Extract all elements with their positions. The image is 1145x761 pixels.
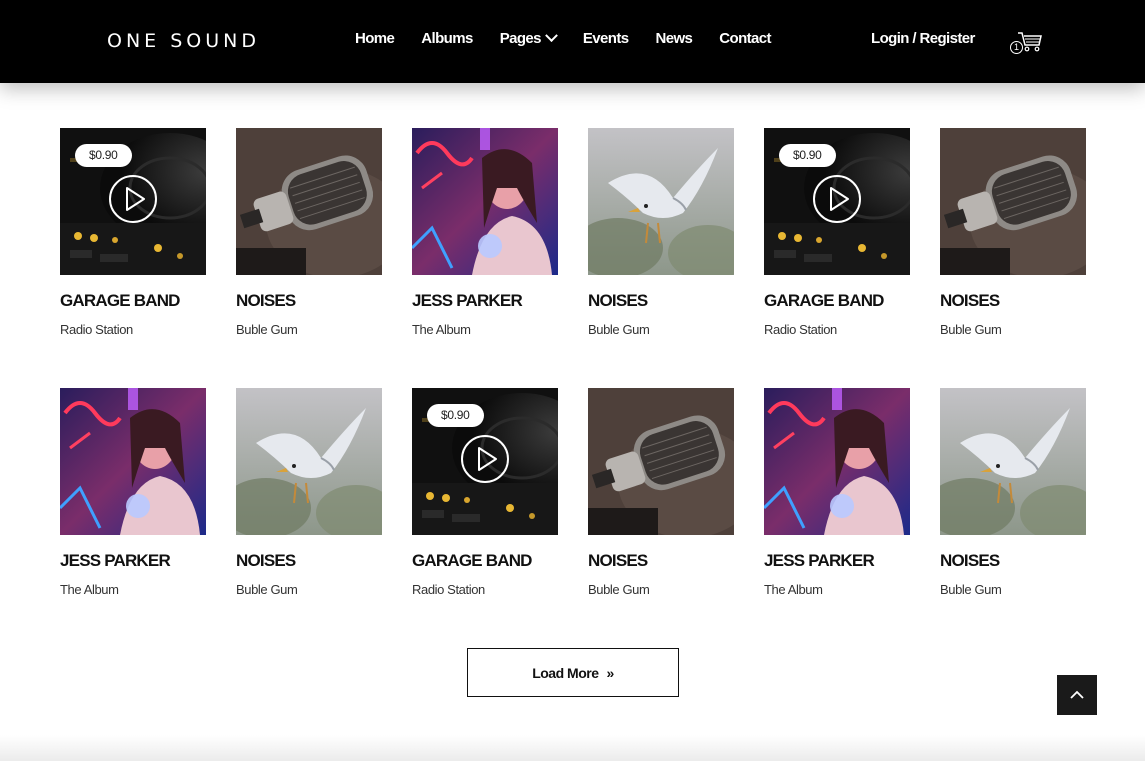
nav-home-label: Home (355, 30, 395, 47)
nav-events-label: Events (582, 30, 629, 47)
album-card[interactable]: NOISES Buble Gum (236, 128, 382, 337)
album-cover-image (764, 388, 910, 535)
footer-shadow (0, 735, 1145, 761)
album-cover-image (588, 388, 734, 535)
nav-pages-label: Pages (499, 30, 542, 47)
album-cover[interactable] (764, 388, 910, 535)
album-subtitle: Radio Station (764, 322, 837, 337)
album-subtitle: Buble Gum (940, 582, 1002, 597)
album-subtitle: The Album (412, 322, 471, 337)
album-cover[interactable] (588, 388, 734, 535)
price-badge: $0.90 (75, 144, 132, 167)
album-card[interactable]: NOISES Buble Gum (588, 128, 734, 337)
play-icon[interactable] (108, 174, 158, 224)
main-nav: Home Albums Pages Events News Contact (355, 29, 798, 47)
cart-count-badge: 1 (1010, 41, 1023, 54)
nav-albums[interactable]: Albums (421, 30, 473, 47)
load-more-label: Load More (532, 664, 599, 681)
album-cover-image (412, 128, 558, 275)
album-title[interactable]: NOISES (588, 291, 734, 311)
album-cover[interactable] (60, 388, 206, 535)
nav-events[interactable]: Events (583, 30, 629, 47)
album-title[interactable]: NOISES (940, 291, 1086, 311)
brand-logo[interactable]: ONE SOUND (107, 30, 260, 52)
album-cover[interactable]: $0.90 (60, 128, 206, 275)
album-cover[interactable] (940, 388, 1086, 535)
album-title[interactable]: GARAGE BAND (60, 291, 206, 311)
album-title[interactable]: GARAGE BAND (412, 551, 558, 571)
album-card[interactable]: NOISES Buble Gum (236, 388, 382, 597)
chevron-down-icon (545, 29, 558, 43)
nav-pages[interactable]: Pages (499, 29, 558, 47)
album-title[interactable]: GARAGE BAND (764, 291, 910, 311)
album-subtitle: Buble Gum (588, 322, 650, 337)
album-card[interactable]: JESS PARKER The Album (60, 388, 206, 597)
album-card[interactable]: $0.90 GARAGE BAND Radio Station (60, 128, 206, 337)
album-cover-image (236, 128, 382, 275)
nav-news[interactable]: News (655, 30, 692, 47)
album-cover[interactable] (588, 128, 734, 275)
album-cover[interactable]: $0.90 (764, 128, 910, 275)
album-cover-image (60, 388, 206, 535)
load-more-button[interactable]: Load More » (467, 648, 679, 697)
album-cover-image (236, 388, 382, 535)
album-subtitle: Buble Gum (236, 582, 298, 597)
album-title[interactable]: JESS PARKER (764, 551, 910, 571)
album-subtitle: Radio Station (60, 322, 133, 337)
price-badge: $0.90 (427, 404, 484, 427)
album-title[interactable]: JESS PARKER (60, 551, 206, 571)
site-header: ONE SOUND Home Albums Pages Events News … (0, 0, 1145, 83)
album-title[interactable]: JESS PARKER (412, 291, 558, 311)
album-title[interactable]: NOISES (236, 291, 382, 311)
album-subtitle: Buble Gum (588, 582, 650, 597)
album-cover[interactable] (236, 388, 382, 535)
nav-contact-label: Contact (719, 30, 771, 47)
nav-albums-label: Albums (421, 30, 473, 47)
play-icon[interactable] (812, 174, 862, 224)
double-chevron-right-icon: » (606, 664, 614, 681)
price-badge: $0.90 (779, 144, 836, 167)
album-card[interactable]: NOISES Buble Gum (588, 388, 734, 597)
album-subtitle: The Album (60, 582, 119, 597)
cart-button[interactable]: 1 (1010, 30, 1042, 56)
album-cover[interactable] (412, 128, 558, 275)
album-subtitle: Buble Gum (940, 322, 1002, 337)
album-title[interactable]: NOISES (236, 551, 382, 571)
nav-home[interactable]: Home (355, 30, 395, 47)
album-cover[interactable]: $0.90 (412, 388, 558, 535)
album-card[interactable]: NOISES Buble Gum (940, 128, 1086, 337)
album-title[interactable]: NOISES (940, 551, 1086, 571)
album-subtitle: Radio Station (412, 582, 485, 597)
album-cover-image (940, 388, 1086, 535)
album-cover-image (588, 128, 734, 275)
nav-contact[interactable]: Contact (719, 30, 771, 47)
album-subtitle: The Album (764, 582, 823, 597)
album-title[interactable]: NOISES (588, 551, 734, 571)
album-cover[interactable] (236, 128, 382, 275)
chevron-up-icon (1070, 690, 1084, 699)
login-register-link[interactable]: Login / Register (871, 30, 975, 47)
album-cover[interactable] (940, 128, 1086, 275)
album-card[interactable]: $0.90 GARAGE BAND Radio Station (764, 128, 910, 337)
play-icon[interactable] (460, 434, 510, 484)
nav-news-label: News (655, 30, 693, 47)
album-subtitle: Buble Gum (236, 322, 298, 337)
album-card[interactable]: JESS PARKER The Album (412, 128, 558, 337)
back-to-top-button[interactable] (1057, 675, 1097, 715)
album-card[interactable]: $0.90 GARAGE BAND Radio Station (412, 388, 558, 597)
album-card[interactable]: JESS PARKER The Album (764, 388, 910, 597)
album-cover-image (940, 128, 1086, 275)
album-card[interactable]: NOISES Buble Gum (940, 388, 1086, 597)
